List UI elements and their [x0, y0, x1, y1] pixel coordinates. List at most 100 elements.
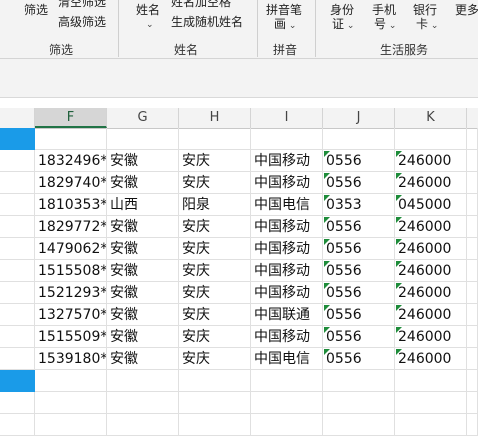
cell-k[interactable]: 246000 — [395, 238, 467, 260]
cell-i[interactable]: 中国移动 — [251, 216, 323, 238]
cell-j[interactable]: 0556 — [323, 282, 395, 304]
name-button[interactable]: 姓名 — [136, 3, 160, 17]
cell-e[interactable] — [0, 128, 35, 150]
cell-g[interactable]: 山西 — [107, 194, 179, 216]
cell-l[interactable] — [467, 304, 478, 326]
column-header-l[interactable] — [467, 108, 478, 128]
cell-k[interactable]: 246000 — [395, 260, 467, 282]
column-header-e[interactable] — [0, 108, 35, 128]
cell-h[interactable] — [179, 392, 251, 414]
cell-f[interactable]: 1479062* — [35, 238, 107, 260]
cell-f[interactable] — [35, 392, 107, 414]
cell-f[interactable]: 1327570* — [35, 304, 107, 326]
cell-e[interactable] — [0, 238, 35, 260]
cell-h[interactable] — [179, 370, 251, 392]
pinyin-pen-button-line2[interactable]: 画 ⌄ — [274, 17, 296, 33]
phone-number-button-line2[interactable]: 号 ⌄ — [374, 17, 396, 33]
cell-l[interactable] — [467, 282, 478, 304]
cell-h[interactable]: 安庆 — [179, 282, 251, 304]
cell-l[interactable] — [467, 172, 478, 194]
column-header-h[interactable]: H — [179, 108, 251, 128]
cell-i[interactable]: 中国电信 — [251, 194, 323, 216]
cell-h[interactable]: 安庆 — [179, 172, 251, 194]
cell-i[interactable]: 中国联通 — [251, 304, 323, 326]
cell-h[interactable] — [179, 128, 251, 150]
cell-l[interactable] — [467, 216, 478, 238]
cell-l[interactable] — [467, 128, 478, 150]
cell-i[interactable]: 中国移动 — [251, 150, 323, 172]
cell-e[interactable] — [0, 216, 35, 238]
column-header-j[interactable]: J — [323, 108, 395, 128]
cell-e[interactable] — [0, 260, 35, 282]
cell-h[interactable]: 安庆 — [179, 216, 251, 238]
cell-f[interactable]: 1515508* — [35, 260, 107, 282]
cell-g[interactable] — [107, 392, 179, 414]
phone-number-button[interactable]: 手机 — [372, 3, 396, 17]
cell-h[interactable]: 阳泉 — [179, 194, 251, 216]
cell-e[interactable] — [0, 194, 35, 216]
cell-g[interactable]: 安徽 — [107, 238, 179, 260]
cell-g[interactable] — [107, 128, 179, 150]
cell-k[interactable]: 246000 — [395, 172, 467, 194]
cell-f[interactable] — [35, 128, 107, 150]
cell-i[interactable] — [251, 414, 323, 436]
cell-i[interactable]: 中国移动 — [251, 326, 323, 348]
cell-e[interactable] — [0, 326, 35, 348]
name-add-space-button[interactable]: 姓名加空格 — [171, 0, 231, 9]
cell-e[interactable] — [0, 392, 35, 414]
cell-k[interactable] — [395, 392, 467, 414]
cell-i[interactable]: 中国移动 — [251, 172, 323, 194]
bank-card-button[interactable]: 银行 — [413, 3, 437, 17]
cell-l[interactable] — [467, 392, 478, 414]
cell-e[interactable] — [0, 370, 35, 392]
cell-j[interactable]: 0556 — [323, 326, 395, 348]
cell-i[interactable] — [251, 392, 323, 414]
cell-k[interactable] — [395, 370, 467, 392]
cell-j[interactable] — [323, 392, 395, 414]
cell-k[interactable]: 246000 — [395, 326, 467, 348]
cell-f[interactable]: 1810353* — [35, 194, 107, 216]
cell-j[interactable] — [323, 414, 395, 436]
cell-g[interactable]: 安徽 — [107, 260, 179, 282]
cell-h[interactable] — [179, 414, 251, 436]
more-button[interactable]: 更多 — [455, 3, 478, 17]
column-header-g[interactable]: G — [107, 108, 179, 128]
name-dropdown-chevron-icon[interactable]: ⌄ — [146, 18, 154, 32]
cell-g[interactable]: 安徽 — [107, 216, 179, 238]
column-header-f[interactable]: F — [35, 108, 107, 128]
cell-e[interactable] — [0, 348, 35, 370]
cell-f[interactable]: 1832496* — [35, 150, 107, 172]
cell-l[interactable] — [467, 238, 478, 260]
cell-e[interactable] — [0, 414, 35, 436]
cell-l[interactable] — [467, 260, 478, 282]
cell-f[interactable]: 1829772* — [35, 216, 107, 238]
cell-f[interactable] — [35, 414, 107, 436]
cell-e[interactable] — [0, 304, 35, 326]
cell-g[interactable] — [107, 370, 179, 392]
cell-j[interactable]: 0556 — [323, 216, 395, 238]
clear-filter-button[interactable]: 清空筛选 — [58, 0, 106, 9]
cell-h[interactable]: 安庆 — [179, 326, 251, 348]
cell-i[interactable]: 中国移动 — [251, 238, 323, 260]
cell-l[interactable] — [467, 150, 478, 172]
cell-j[interactable]: 0556 — [323, 260, 395, 282]
bank-card-button-line2[interactable]: 卡 ⌄ — [416, 17, 438, 33]
cell-h[interactable]: 安庆 — [179, 304, 251, 326]
cell-i[interactable]: 中国电信 — [251, 348, 323, 370]
cell-l[interactable] — [467, 326, 478, 348]
cell-i[interactable] — [251, 370, 323, 392]
cell-k[interactable]: 045000 — [395, 194, 467, 216]
cell-j[interactable]: 0353 — [323, 194, 395, 216]
cell-h[interactable]: 安庆 — [179, 238, 251, 260]
cell-j[interactable]: 0556 — [323, 150, 395, 172]
cell-i[interactable] — [251, 128, 323, 150]
cell-g[interactable]: 安徽 — [107, 172, 179, 194]
advanced-filter-button[interactable]: 高级筛选 — [58, 15, 106, 29]
cell-g[interactable]: 安徽 — [107, 150, 179, 172]
cell-k[interactable] — [395, 128, 467, 150]
cell-j[interactable]: 0556 — [323, 348, 395, 370]
column-header-k[interactable]: K — [395, 108, 467, 128]
cell-e[interactable] — [0, 282, 35, 304]
cell-k[interactable] — [395, 414, 467, 436]
cell-l[interactable] — [467, 194, 478, 216]
